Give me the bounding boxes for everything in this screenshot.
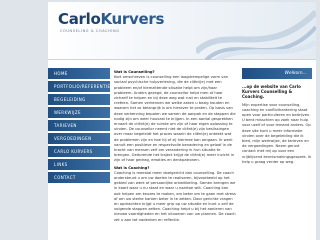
welcome-text: Mijn expertise voor counselling, coachin… <box>242 102 312 164</box>
main-content: Wat is Counselling? Kort omschreven is c… <box>114 68 236 240</box>
page: CarloKurvers COUNSELING & COACHING HOME … <box>48 2 316 240</box>
sidebar-item-tarieven[interactable]: TARIEVEN <box>48 120 110 131</box>
logo-main: Kurvers <box>100 10 165 28</box>
sidebar-item-werkwijze[interactable]: WERKWIJZE <box>48 107 110 118</box>
coaching-paragraph: Coaching is meestal meer doelgericht dan… <box>114 170 236 222</box>
sidebar-item-begeleiding[interactable]: BEGELEIDING <box>48 94 110 105</box>
logo-tagline: COUNSELING & COACHING <box>60 29 120 33</box>
site-logo[interactable]: CarloKurvers <box>58 10 164 28</box>
sidebar-item-carlo-kurvers[interactable]: CARLO KURVERS <box>48 146 110 157</box>
welcome-panel: Welkom... ...op de website van Carlo Kur… <box>242 68 312 240</box>
sidebar-item-links[interactable]: LINKS <box>48 159 110 170</box>
welcome-bar: Welkom... <box>242 68 312 79</box>
welcome-heading: ...op de website van Carlo Kurvers Couns… <box>242 84 301 100</box>
header: CarloKurvers COUNSELING & COACHING <box>48 2 316 60</box>
sidebar-item-contact[interactable]: CONTACT <box>48 172 110 183</box>
logo-prefix: Carlo <box>58 10 101 28</box>
sidebar-item-portfolio[interactable]: PORTFOLIO/REFERENTIES <box>48 81 113 92</box>
counselling-paragraph: Kort omschreven is counselling een laagd… <box>114 75 236 163</box>
sidebar-nav: HOME PORTFOLIO/REFERENTIES BEGELEIDING W… <box>48 68 113 185</box>
sidebar-item-vergoedingen[interactable]: VERGOEDINGEN <box>48 133 110 144</box>
sidebar-item-home[interactable]: HOME <box>48 68 110 79</box>
header-swirl-decoration <box>196 9 316 60</box>
